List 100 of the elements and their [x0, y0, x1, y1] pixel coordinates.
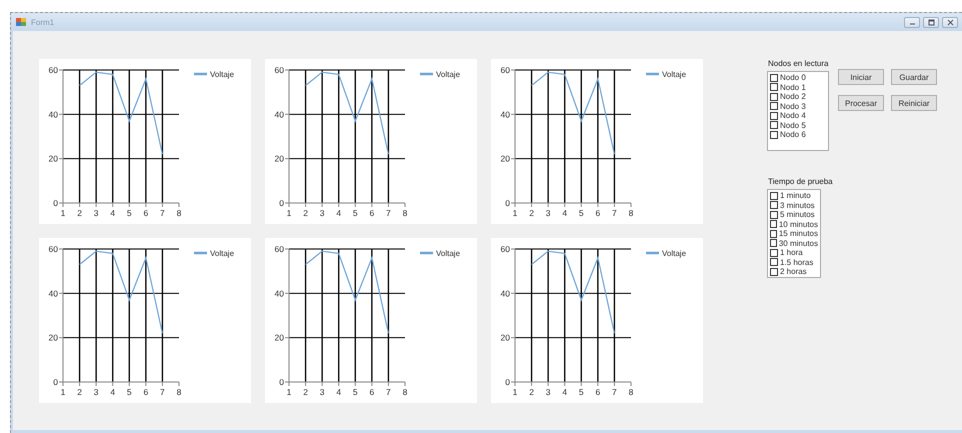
checkbox-label[interactable]: 1 minuto [780, 191, 811, 200]
checkbox-label[interactable]: Nodo 0 [780, 73, 806, 82]
axis-tick-label: 20 [48, 332, 58, 343]
axis-tick-label: 6 [596, 387, 600, 397]
checkbox-label[interactable]: 2 horas [780, 267, 807, 276]
axis-tick-label: 5 [578, 387, 584, 397]
axis-tick-label: 20 [274, 154, 284, 164]
axis-tick-label: 8 [628, 387, 634, 397]
axis-tick-label: 7 [160, 387, 165, 397]
maximize-button[interactable] [923, 16, 939, 28]
action-button[interactable]: Iniciar [838, 69, 884, 85]
axis-tick-label: 4 [336, 208, 342, 218]
legend-label: Voltaje [662, 249, 686, 258]
axis-tick-label: 60 [274, 65, 284, 75]
checkbox-label[interactable]: Nodo 2 [780, 92, 806, 102]
checkbox[interactable] [770, 74, 778, 82]
checkbox[interactable] [770, 239, 777, 248]
axis-tick-label: 4 [562, 208, 568, 218]
axis-tick-label: 8 [628, 208, 634, 218]
axis-tick-label: 4 [562, 387, 568, 397]
axis-tick-label: 0 [53, 198, 58, 208]
axis-tick-label: 40 [500, 109, 510, 120]
action-button[interactable]: Procesar [838, 95, 884, 111]
axis-tick-label: 7 [386, 208, 391, 218]
checkbox-label[interactable]: 3 minutos [780, 200, 815, 210]
close-button[interactable] [942, 16, 958, 28]
checkbox-label[interactable]: Nodo 6 [780, 130, 806, 140]
checkbox-label[interactable]: 1 hora [780, 248, 803, 258]
axis-tick-label: 60 [500, 65, 510, 75]
checkbox-label[interactable]: 1.5 horas [780, 258, 814, 267]
group-label: Tiempo de prueba [768, 177, 834, 186]
checkbox-label[interactable]: 5 minutos [780, 210, 815, 220]
axis-tick-label: 8 [176, 387, 182, 397]
axis-tick-label: 3 [94, 387, 98, 397]
legend-label: Voltaje [210, 70, 234, 79]
axis-tick-label: 0 [53, 377, 58, 387]
axis-tick-label: 1 [60, 208, 66, 218]
legend-swatch-icon [646, 252, 659, 254]
axis-tick-label: 40 [274, 288, 284, 298]
axis-tick-label: 0 [505, 198, 510, 208]
checkbox[interactable] [770, 192, 778, 200]
checkbox-label[interactable]: Nodo 3 [780, 102, 806, 111]
axis-tick-label: 2 [77, 208, 82, 218]
checkbox[interactable] [770, 258, 778, 266]
axis-tick-label: 5 [578, 208, 584, 218]
checkbox-label[interactable]: Nodo 5 [780, 120, 806, 130]
checkbox[interactable] [770, 121, 778, 130]
axis-tick-label: 20 [500, 154, 510, 164]
axis-tick-label: 8 [402, 208, 408, 218]
axis-tick-label: 40 [48, 288, 58, 298]
checkbox[interactable] [770, 201, 778, 210]
checkbox[interactable] [770, 130, 778, 139]
axis-tick-label: 40 [500, 288, 510, 298]
legend-swatch-icon [646, 72, 659, 76]
axis-tick-label: 5 [126, 387, 132, 397]
axis-tick-label: 20 [48, 154, 58, 164]
axis-tick-label: 0 [279, 377, 284, 387]
legend-swatch-icon [194, 72, 207, 76]
axis-tick-label: 8 [402, 387, 408, 397]
checkbox[interactable] [770, 230, 777, 238]
axis-tick-label: 2 [303, 387, 308, 397]
axis-tick-label: 1 [286, 208, 292, 218]
close-icon [946, 18, 954, 26]
axis-tick-label: 3 [546, 387, 550, 397]
window-title: Form1 [31, 18, 56, 26]
axis-tick-label: 4 [110, 208, 116, 218]
checkbox[interactable] [770, 92, 778, 101]
minimize-button[interactable] [904, 16, 920, 28]
axis-tick-label: 2 [529, 387, 534, 397]
legend-swatch-icon [420, 72, 433, 76]
axis-tick-label: 6 [596, 208, 600, 218]
checkbox-label[interactable]: 30 minutos [778, 238, 818, 248]
checkbox[interactable] [770, 112, 778, 120]
axis-tick-label: 6 [144, 208, 148, 218]
checkbox[interactable] [770, 248, 778, 257]
axis-tick-label: 40 [48, 109, 58, 120]
checkbox-label[interactable]: 15 minutos [778, 229, 818, 238]
group-label: Nodos en lectura [768, 59, 829, 68]
axis-tick-label: 1 [286, 387, 292, 397]
checkbox-label[interactable]: 10 minutos [778, 220, 818, 229]
action-button[interactable]: Reiniciar [891, 95, 937, 111]
axis-tick-label: 1 [512, 387, 518, 397]
checkbox[interactable] [770, 210, 778, 219]
checkbox-label[interactable]: Nodo 4 [780, 111, 806, 120]
axis-tick-label: 1 [60, 387, 66, 397]
action-button[interactable]: Guardar [891, 69, 937, 85]
legend-label: Voltaje [436, 70, 460, 79]
axis-tick-label: 6 [370, 387, 374, 397]
axis-tick-label: 5 [352, 387, 358, 397]
checkbox[interactable] [770, 83, 778, 92]
axis-tick-label: 2 [303, 208, 308, 218]
checkbox[interactable] [770, 268, 778, 276]
checkbox[interactable] [770, 102, 778, 110]
checkbox[interactable] [770, 220, 777, 228]
axis-tick-label: 20 [274, 332, 284, 343]
legend-swatch-icon [194, 252, 207, 254]
axis-tick-label: 3 [546, 208, 550, 218]
checkbox-label[interactable]: Nodo 1 [780, 82, 806, 92]
axis-tick-label: 5 [352, 208, 358, 218]
axis-tick-label: 2 [77, 387, 82, 397]
